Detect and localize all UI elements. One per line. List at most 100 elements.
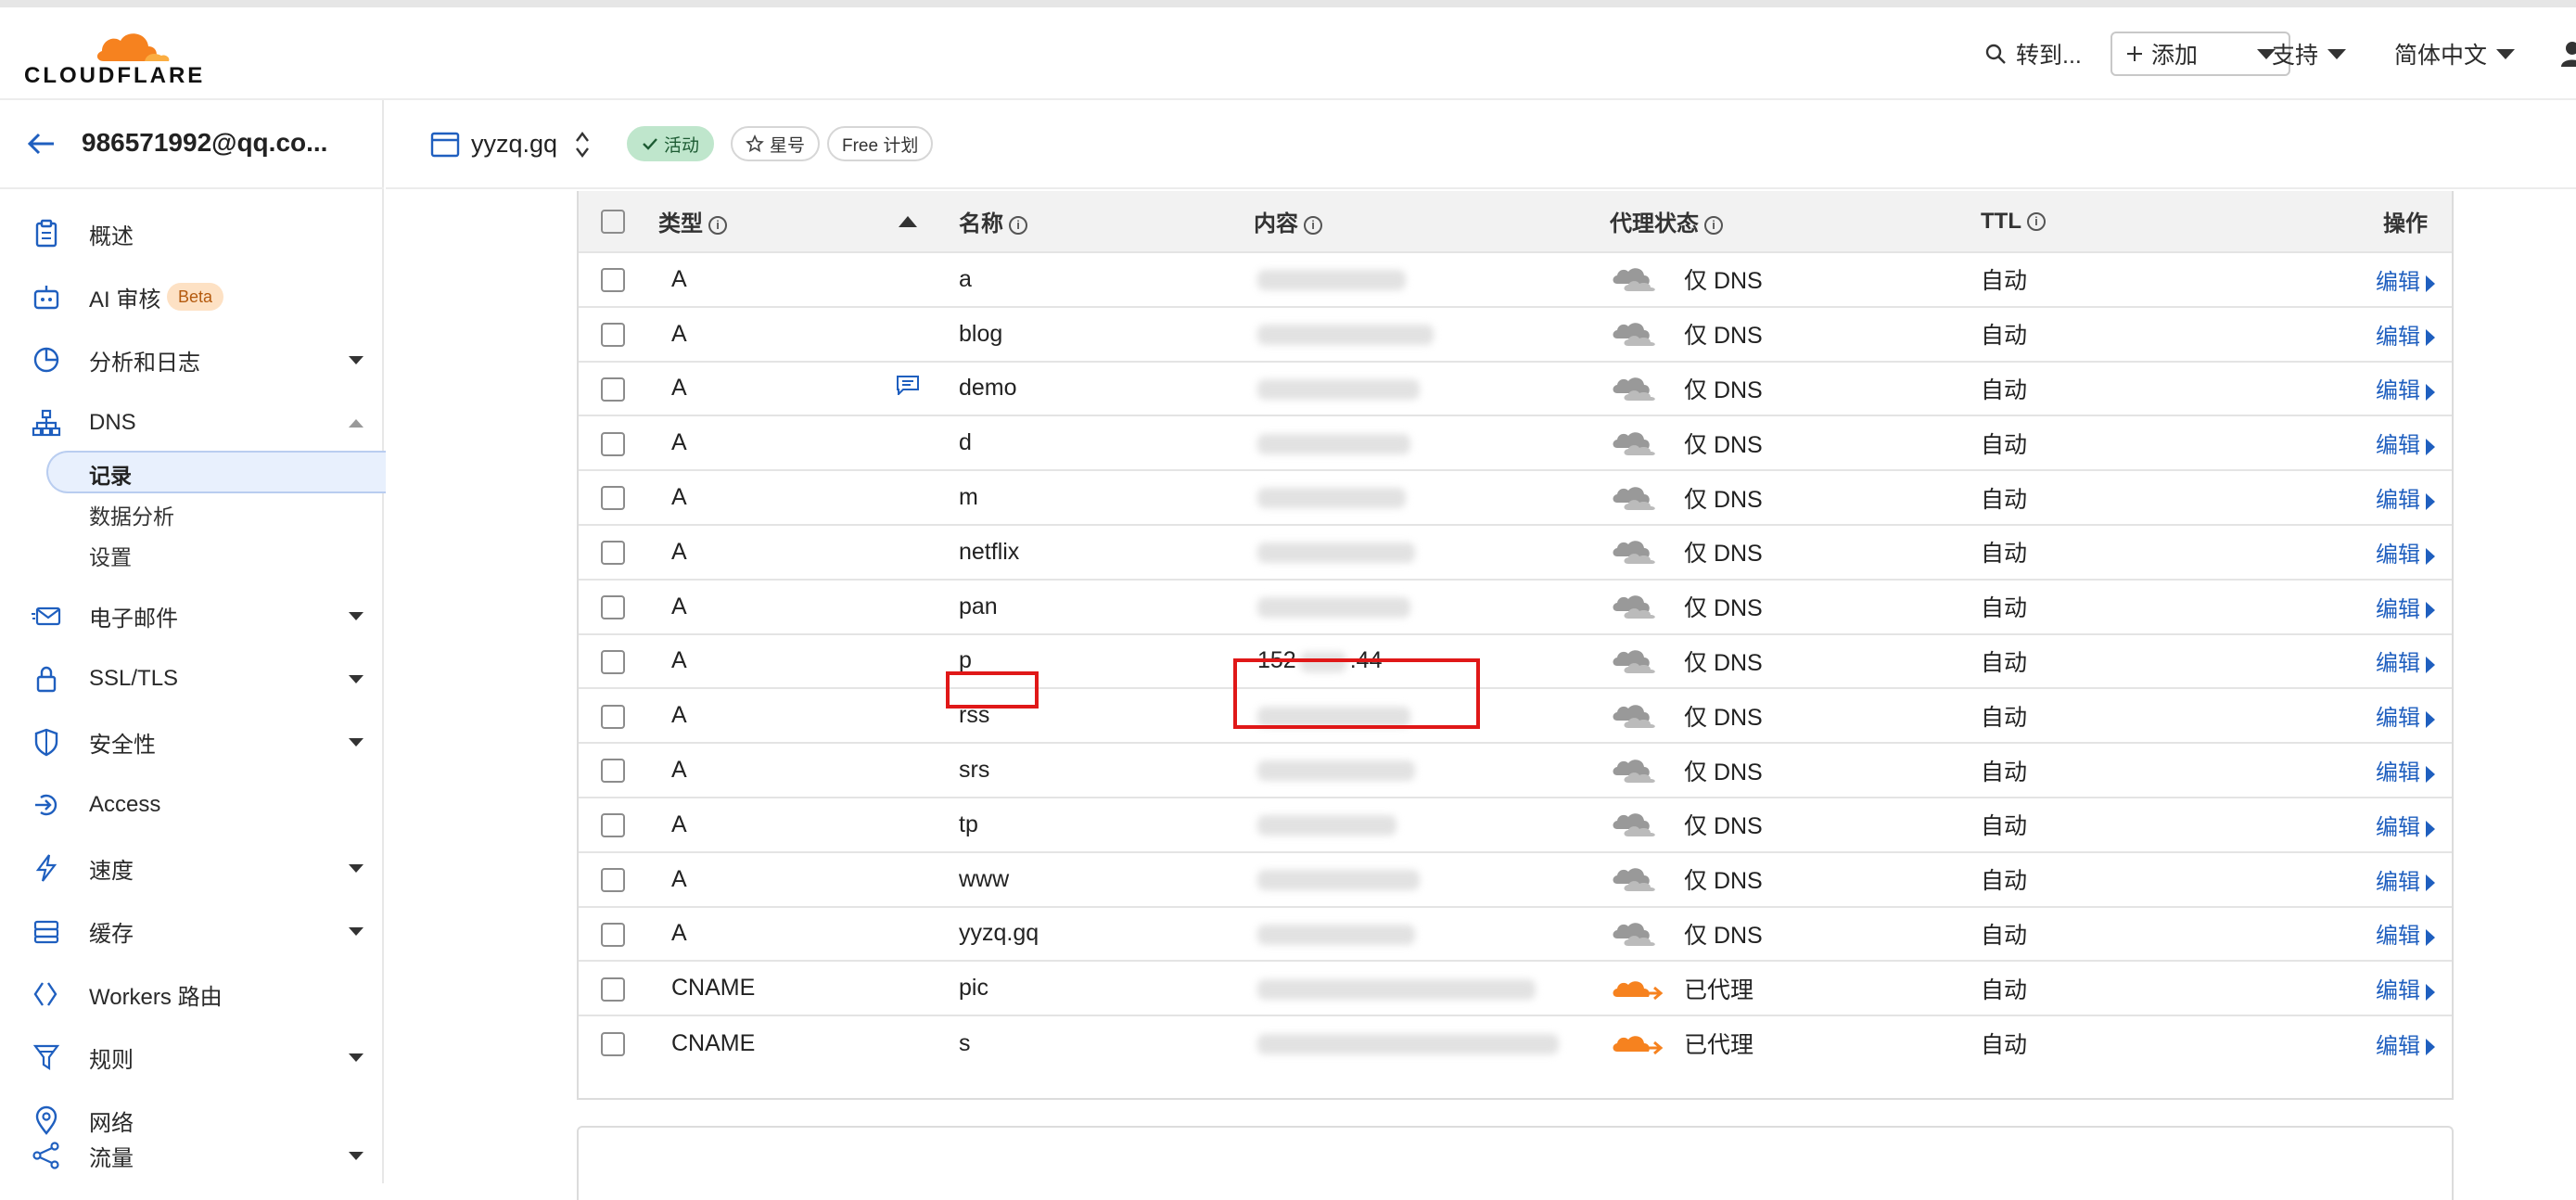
add-button[interactable]: 添加 [2111,32,2290,76]
sidebar-item-security[interactable]: 安全性 [0,716,384,768]
chevron-down-icon [349,864,363,873]
account-switcher[interactable]: 986571992@qq.co... [0,100,384,189]
sort-column[interactable] [835,191,959,252]
redacted-content [1257,924,1415,945]
sidebar-item-access[interactable]: Access [0,779,384,831]
edit-button[interactable]: 编辑 [2376,760,2435,785]
switch-zone-icon[interactable] [573,128,592,161]
sort-ascending-icon[interactable] [898,215,918,228]
proxy-status-label: 仅 DNS [1684,486,1763,513]
edit-button[interactable]: 编辑 [2376,815,2435,840]
star-button[interactable]: 星号 [731,126,821,161]
row-checkbox[interactable] [601,595,625,620]
info-icon[interactable]: i [1009,215,1027,235]
edit-button[interactable]: 编辑 [2376,651,2435,676]
support-menu[interactable]: 支持 [2272,32,2347,76]
record-type: A [671,811,687,837]
table-row[interactable]: CNAME pic 已代理 自动 编辑 [579,961,2452,1015]
language-menu[interactable]: 简体中文 [2394,32,2516,76]
row-checkbox[interactable] [601,431,625,456]
table-header-row: 类型 i 名称 i 内容 i 代理状态 i TTL i 操作 [579,191,2452,252]
edit-button[interactable]: 编辑 [2376,706,2435,731]
sidebar-item-overview[interactable]: 概述 [0,208,384,260]
sidebar-item-traffic[interactable]: 流量 [0,1130,384,1181]
sidebar-item-dns[interactable]: DNS [0,397,384,449]
column-type[interactable]: 类型 i [658,191,835,252]
sidebar-subitem-records[interactable]: 记录 [89,458,132,490]
zone-name[interactable]: yyzq.gq [471,130,557,159]
row-checkbox[interactable] [601,649,625,674]
edit-button[interactable]: 编辑 [2376,924,2435,949]
table-row[interactable]: Ayyzq.gq 仅 DNS 自动 编辑 [579,906,2452,962]
edit-button[interactable]: 编辑 [2376,543,2435,568]
edit-button[interactable]: 编辑 [2376,270,2435,295]
table-row[interactable]: Atp 仅 DNS 自动 编辑 [579,797,2452,852]
record-ttl: 自动 [1981,868,2028,895]
row-checkbox[interactable] [601,486,625,511]
column-ttl[interactable]: TTL i [1981,191,2240,252]
sidebar-item-email[interactable]: 电子邮件 [0,590,384,642]
table-row[interactable]: Am 仅 DNS 自动 编辑 [579,470,2452,525]
row-checkbox[interactable] [601,541,625,566]
sidebar-subitem-analytics[interactable]: 数据分析 [89,499,174,530]
column-content[interactable]: 内容 i [1254,191,1610,252]
row-checkbox[interactable] [601,977,625,1002]
edit-button[interactable]: 编辑 [2376,378,2435,403]
info-icon[interactable]: i [1304,215,1322,235]
sidebar-item-cache[interactable]: 缓存 [0,905,384,957]
table-row[interactable]: Awww 仅 DNS 自动 编辑 [579,851,2452,907]
table-row[interactable]: Aa 仅 DNS 自动 编辑 [579,252,2452,307]
user-menu[interactable] [2559,32,2576,76]
mail-icon [32,606,61,626]
arrow-left-icon[interactable] [26,128,57,160]
table-row[interactable]: Ablog 仅 DNS 自动 编辑 [579,306,2452,362]
cloudflare-logo[interactable]: CLOUDFLARE [24,20,210,89]
info-icon[interactable]: i [1704,215,1723,235]
row-checkbox[interactable] [601,377,625,402]
table-row[interactable]: Asrs 仅 DNS 自动 编辑 [579,743,2452,798]
edit-button[interactable]: 编辑 [2376,978,2435,1003]
info-icon[interactable]: i [2026,212,2046,232]
sidebar-item-workers-routes[interactable]: Workers 路由 [0,968,384,1020]
edit-button[interactable]: 编辑 [2376,597,2435,622]
sidebar-item-ai-audit[interactable]: AI 审核 Beta [0,271,384,323]
goto-search[interactable]: 转到... [1984,32,2082,76]
table-row[interactable]: Arss 仅 DNS 自动 编辑 [579,688,2452,743]
table-row[interactable]: Anetflix 仅 DNS 自动 编辑 [579,524,2452,580]
edit-button[interactable]: 编辑 [2376,433,2435,458]
proxy-status-label: 仅 DNS [1684,868,1763,895]
edit-button[interactable]: 编辑 [2376,488,2435,513]
row-checkbox[interactable] [601,868,625,893]
comment-icon[interactable] [896,375,920,397]
chevron-down-icon [349,738,363,747]
row-checkbox[interactable] [601,759,625,784]
edit-button[interactable]: 编辑 [2376,870,2435,895]
column-name[interactable]: 名称 i [959,191,1254,252]
row-checkbox[interactable] [601,323,625,348]
table-row[interactable]: Ad 仅 DNS 自动 编辑 [579,415,2452,470]
select-all-checkbox[interactable] [601,210,625,235]
table-row[interactable]: Apan 仅 DNS 自动 编辑 [579,579,2452,634]
plan-badge[interactable]: Free 计划 [827,126,934,161]
row-checkbox[interactable] [601,268,625,293]
table-row[interactable]: CNAME s 已代理 自动 编辑 [579,1015,2452,1070]
sidebar-item-analytics[interactable]: 分析和日志 [0,334,384,386]
row-checkbox[interactable] [601,1031,625,1056]
sidebar-item-ssl-tls[interactable]: SSL/TLS [0,653,384,705]
column-proxy-status[interactable]: 代理状态 i [1610,191,1981,252]
table-row[interactable]: Ap 152.44 仅 DNS 自动 编辑 [579,633,2452,689]
edit-button[interactable]: 编辑 [2376,325,2435,350]
table-row[interactable]: Ademo 仅 DNS 自动 编辑 [579,361,2452,416]
row-checkbox[interactable] [601,813,625,838]
row-checkbox[interactable] [601,704,625,729]
info-icon[interactable]: i [708,215,727,235]
sidebar-subitem-settings[interactable]: 设置 [89,540,132,571]
add-label: 添加 [2151,43,2199,69]
edit-button[interactable]: 编辑 [2376,1034,2435,1059]
proxy-status: 仅 DNS [1610,699,1981,733]
sidebar-item-speed[interactable]: 速度 [0,842,384,894]
sidebar-item-label: AI 审核 [89,287,161,313]
star-label: 星号 [770,135,806,156]
row-checkbox[interactable] [601,922,625,947]
sidebar-item-rules[interactable]: 规则 [0,1031,384,1083]
